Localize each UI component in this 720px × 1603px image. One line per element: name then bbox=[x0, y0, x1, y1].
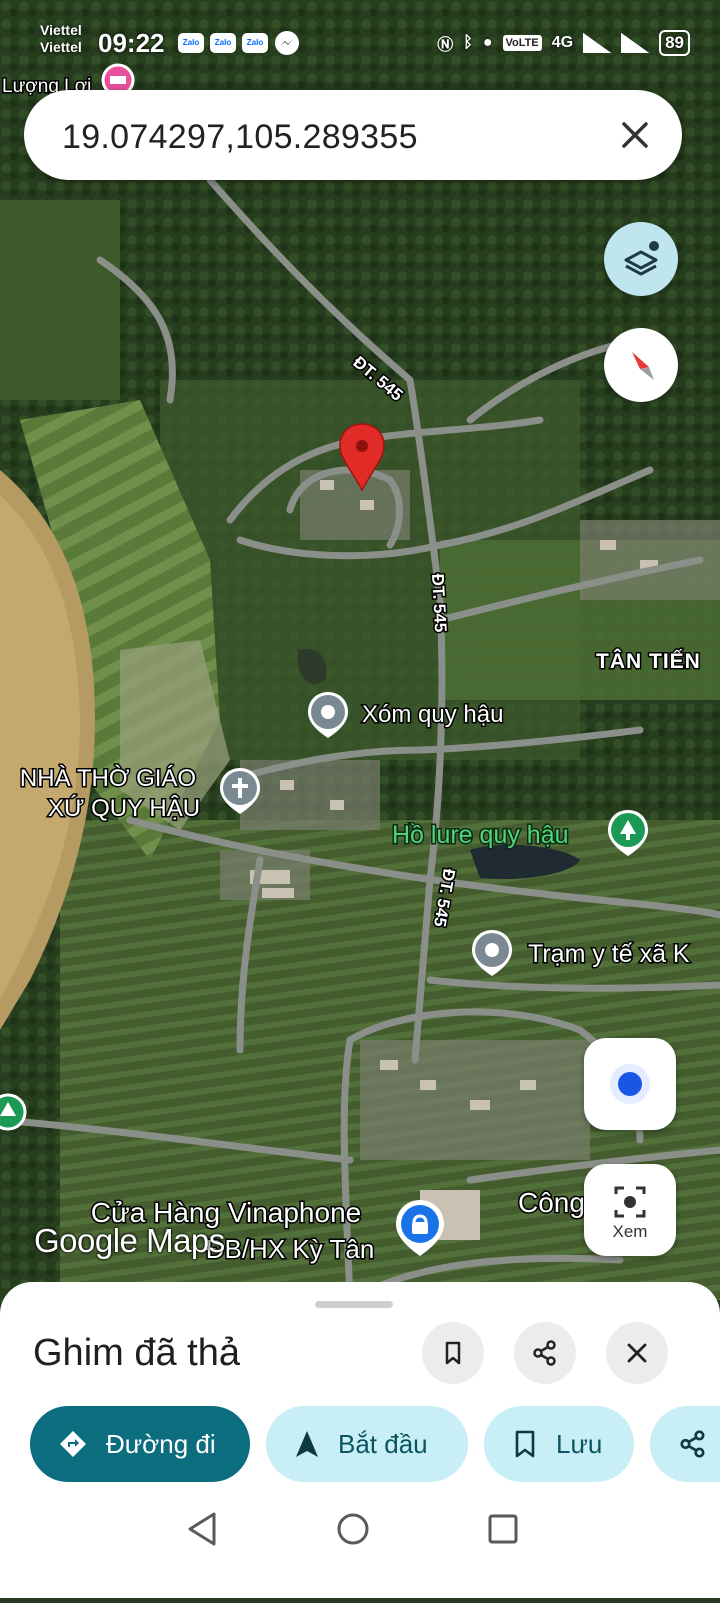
search-query[interactable]: 19.074297,105.289355 bbox=[62, 118, 418, 157]
share-button[interactable] bbox=[514, 1322, 576, 1384]
svg-text:XỨ QUY HẬU: XỨ QUY HẬU bbox=[48, 795, 200, 822]
nfc-icon: Ⓝ bbox=[437, 37, 454, 54]
start-button[interactable]: Bắt đầu bbox=[266, 1406, 468, 1482]
directions-icon bbox=[60, 1431, 86, 1457]
close-icon bbox=[627, 1343, 647, 1363]
drag-handle[interactable] bbox=[315, 1301, 393, 1308]
compass-button[interactable] bbox=[604, 328, 678, 402]
park-icon[interactable] bbox=[0, 1093, 27, 1131]
carrier-2: Viettel bbox=[40, 39, 82, 55]
status-bar: Viettel Viettel 09:22 Zalo Zalo Zalo Ⓝ ᛒ… bbox=[0, 0, 720, 88]
bookmark-icon bbox=[445, 1341, 461, 1365]
road-label: ĐT. 545 bbox=[428, 573, 450, 633]
share-icon bbox=[680, 1430, 705, 1458]
zalo-notification-icon: Zalo bbox=[178, 33, 204, 53]
save-button[interactable]: Lưu bbox=[484, 1406, 634, 1482]
signal-icon bbox=[583, 33, 612, 53]
save-label: Lưu bbox=[556, 1428, 603, 1459]
location-icon: ● bbox=[482, 34, 493, 51]
battery-icon: 89 bbox=[659, 30, 690, 56]
google-maps-attribution: Google Maps bbox=[34, 1222, 225, 1259]
compass-icon bbox=[632, 352, 654, 380]
zalo-notification-icon: Zalo bbox=[242, 33, 268, 53]
svg-text:Hồ lure quy hậu: Hồ lure quy hậu bbox=[392, 821, 569, 849]
sheet-title: Ghim đã thả bbox=[33, 1332, 240, 1374]
layers-button[interactable] bbox=[604, 222, 678, 296]
bluetooth-icon: ᛒ bbox=[463, 34, 473, 51]
svg-text:ĐB/HX Kỳ Tân: ĐB/HX Kỳ Tân bbox=[206, 1234, 375, 1264]
svg-text:NHÀ THỜ GIÁO: NHÀ THỜ GIÁO bbox=[20, 765, 196, 792]
svg-text:Trạm y tế xã K: Trạm y tế xã K bbox=[528, 940, 690, 968]
navigation-arrow-icon bbox=[296, 1431, 318, 1457]
my-location-icon bbox=[618, 1072, 642, 1096]
signal-icon bbox=[621, 33, 650, 53]
action-chips: Đường đi Bắt đầu Lưu bbox=[0, 1406, 720, 1486]
home-icon[interactable] bbox=[337, 1513, 369, 1545]
bookmark-button[interactable] bbox=[422, 1322, 484, 1384]
search-bar[interactable]: 19.074297,105.289355 bbox=[24, 90, 682, 180]
directions-button[interactable]: Đường đi bbox=[30, 1406, 250, 1482]
network-type: 4G bbox=[551, 34, 574, 51]
svg-text:Xóm quy hậu: Xóm quy hậu bbox=[362, 701, 503, 728]
system-nav-bar bbox=[0, 1500, 720, 1598]
directions-label: Đường đi bbox=[106, 1428, 216, 1459]
lens-button[interactable]: Xem bbox=[584, 1164, 676, 1256]
area-label: TÂN TIẾN bbox=[596, 649, 701, 673]
start-label: Bắt đầu bbox=[338, 1428, 428, 1459]
close-sheet-button[interactable] bbox=[606, 1322, 668, 1384]
volte-badge: VoLTE bbox=[502, 35, 542, 51]
bookmark-icon bbox=[515, 1430, 535, 1458]
my-location-button[interactable] bbox=[584, 1038, 676, 1130]
share-chip-button[interactable] bbox=[650, 1406, 720, 1482]
system-indicators: Ⓝ ᛒ ● VoLTE 4G 89 bbox=[437, 30, 690, 56]
layers-icon bbox=[624, 241, 659, 276]
zalo-notification-icon: Zalo bbox=[210, 33, 236, 53]
clock: 09:22 bbox=[98, 28, 165, 58]
messenger-icon bbox=[275, 31, 299, 55]
lens-label: Xem bbox=[612, 1222, 648, 1241]
back-icon[interactable] bbox=[188, 1512, 216, 1546]
share-icon bbox=[533, 1340, 556, 1366]
recents-icon[interactable] bbox=[488, 1514, 518, 1544]
carrier-1: Viettel bbox=[40, 22, 82, 38]
carrier-labels: Viettel Viettel bbox=[40, 22, 82, 56]
clear-search-icon[interactable] bbox=[618, 118, 652, 152]
